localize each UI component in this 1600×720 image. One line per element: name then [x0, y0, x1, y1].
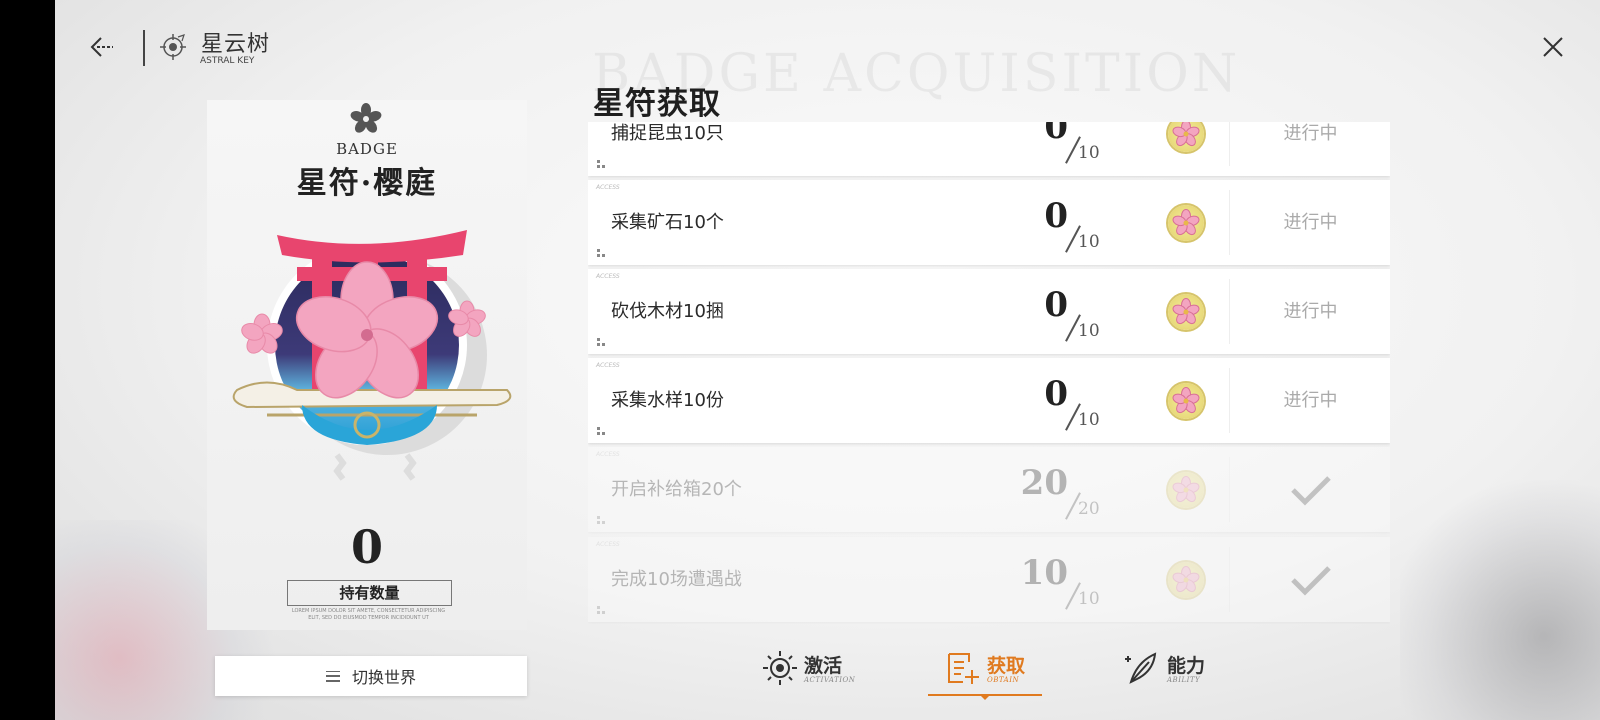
screen: 星云树 ASTRAL KEY BADGE 星符·樱庭 0 持有数量 LOREM … — [55, 0, 1600, 720]
tab-ability-label: 能力 — [1167, 655, 1206, 677]
badge-reward-coin — [1168, 562, 1204, 598]
task-progress: 20 20 — [1021, 463, 1106, 523]
menu-icon — [325, 670, 340, 682]
back-arrow-icon — [90, 37, 113, 57]
task-progress-current: 10 — [1020, 553, 1068, 593]
section-title: 星符获取 — [593, 86, 721, 122]
task-progress: 0 10 — [1036, 196, 1106, 256]
sakura-coin-flower-icon — [1172, 122, 1200, 147]
task-status: 进行中 — [1283, 301, 1338, 322]
badge-count-label: 持有数量 — [287, 580, 452, 606]
close-button[interactable] — [1536, 30, 1570, 64]
active-tab-caret — [980, 695, 990, 700]
close-icon — [1543, 37, 1563, 57]
badge-reward-coin — [1168, 122, 1204, 152]
task-row[interactable]: ACCESS 采集水样10份 0 10 进行中 — [588, 358, 1390, 443]
task-row[interactable]: ACCESS捕捉昆虫10只010进行中 — [588, 122, 1390, 176]
task-label: 捕捉昆虫10只 — [611, 123, 724, 144]
row-separator — [1229, 190, 1230, 255]
row-separator — [1229, 122, 1230, 166]
sakura-coin-flower-icon — [1172, 209, 1200, 236]
switch-world-label: 切换世界 — [351, 668, 416, 687]
task-progress-total: 10 — [1078, 410, 1100, 430]
check-icon — [1290, 475, 1331, 506]
sakura-coin-flower-icon — [1172, 298, 1200, 325]
task-progress-total: 20 — [1078, 499, 1100, 519]
sakura-coin-flower-icon — [1172, 566, 1200, 593]
badge-caption: BADGE — [336, 140, 398, 158]
task-progress: 0 10 — [1036, 122, 1106, 167]
task-row[interactable]: ACCESS 开启补给箱20个 20 20 — [588, 447, 1390, 532]
badge-panel: BADGE 星符·樱庭 0 持有数量 LOREM IPSUM DOLOR SIT… — [207, 100, 527, 630]
row-separator — [1229, 457, 1230, 522]
task-progress-current: 0 — [1044, 374, 1068, 414]
task-progress-total: 10 — [1078, 589, 1100, 609]
row-separator — [1229, 547, 1230, 612]
task-progress-current: 0 — [1044, 122, 1068, 147]
badge-flavor-text: LOREM IPSUM DOLOR SIT AMETE, CONSECTETUR… — [291, 608, 446, 621]
tab-obtain-label: 获取 — [987, 655, 1026, 677]
task-label: 砍伐木材10捆 — [611, 301, 724, 322]
torii-sakura-badge-image — [232, 230, 512, 481]
task-label: 采集矿石10个 — [611, 212, 724, 233]
task-list[interactable]: ACCESS捕捉昆虫10只010进行中ACCESS采集矿石10个010进行中AC… — [588, 122, 1390, 624]
tab-obtain[interactable]: 获取 OBTAIN — [943, 648, 1043, 690]
row-separator — [1229, 279, 1230, 344]
task-label: 完成10场遭遇战 — [611, 569, 742, 590]
task-row[interactable]: ACCESS 完成10场遭遇战 10 10 — [588, 537, 1390, 622]
header-divider — [143, 30, 145, 66]
task-progress-current: 0 — [1044, 285, 1068, 325]
sakura-emblem-icon — [350, 103, 382, 133]
sakura-coin-flower-icon — [1172, 476, 1200, 503]
task-label: 采集水样10份 — [611, 390, 724, 411]
task-complete-check — [1231, 447, 1390, 532]
back-button[interactable] — [85, 30, 119, 64]
sun-gear-icon — [763, 651, 797, 685]
astral-key-icon — [160, 34, 186, 60]
task-progress: 0 10 — [1036, 374, 1106, 434]
tab-activation[interactable]: 激活 ACTIVATION — [760, 648, 860, 690]
task-progress-total: 10 — [1078, 143, 1100, 163]
sakura-coin-flower-icon — [1172, 387, 1200, 414]
badge-count: 0 — [350, 520, 383, 574]
task-progress-total: 10 — [1078, 321, 1100, 341]
task-status: 进行中 — [1283, 123, 1338, 144]
header-subtitle: ASTRAL KEY — [200, 56, 255, 66]
task-complete-check — [1231, 537, 1390, 622]
tab-activation-sub: ACTIVATION — [804, 676, 856, 684]
task-row[interactable]: ACCESS 采集矿石10个 0 10 进行中 — [588, 180, 1390, 265]
task-progress-total: 10 — [1078, 232, 1100, 252]
task-label: 开启补给箱20个 — [611, 479, 742, 500]
feather-icon — [1125, 652, 1157, 684]
list-add-icon — [948, 653, 979, 684]
decor-blur-right — [1400, 480, 1600, 720]
task-row[interactable]: ACCESS 砍伐木材10捆 0 10 进行中 — [588, 269, 1390, 354]
badge-name: 星符·樱庭 — [296, 166, 438, 201]
task-progress: 10 10 — [1021, 553, 1106, 613]
row-dots-icon — [597, 606, 607, 614]
badge-reward-coin — [1168, 383, 1204, 419]
task-progress-current: 20 — [1020, 463, 1068, 503]
task-status: 进行中 — [1283, 212, 1338, 233]
check-icon — [1290, 565, 1331, 596]
header-title: 星云树 — [201, 32, 271, 57]
tab-ability-sub: ABILITY — [1167, 676, 1201, 684]
badge-reward-coin — [1168, 205, 1204, 241]
switch-world-button[interactable]: 切换世界 — [215, 656, 527, 696]
task-status: 进行中 — [1283, 390, 1338, 411]
row-dots-icon — [597, 427, 607, 435]
task-progress-current: 0 — [1044, 196, 1068, 236]
row-dots-icon — [597, 249, 607, 257]
tab-activation-label: 激活 — [804, 655, 843, 677]
row-dots-icon — [597, 160, 607, 168]
task-progress: 0 10 — [1036, 285, 1106, 345]
badge-reward-coin — [1168, 472, 1204, 508]
row-dots-icon — [597, 516, 607, 524]
row-dots-icon — [597, 338, 607, 346]
tab-ability[interactable]: 能力 ABILITY — [1123, 648, 1223, 690]
row-separator — [1229, 368, 1230, 433]
badge-reward-coin — [1168, 294, 1204, 330]
tab-obtain-sub: OBTAIN — [987, 676, 1020, 684]
